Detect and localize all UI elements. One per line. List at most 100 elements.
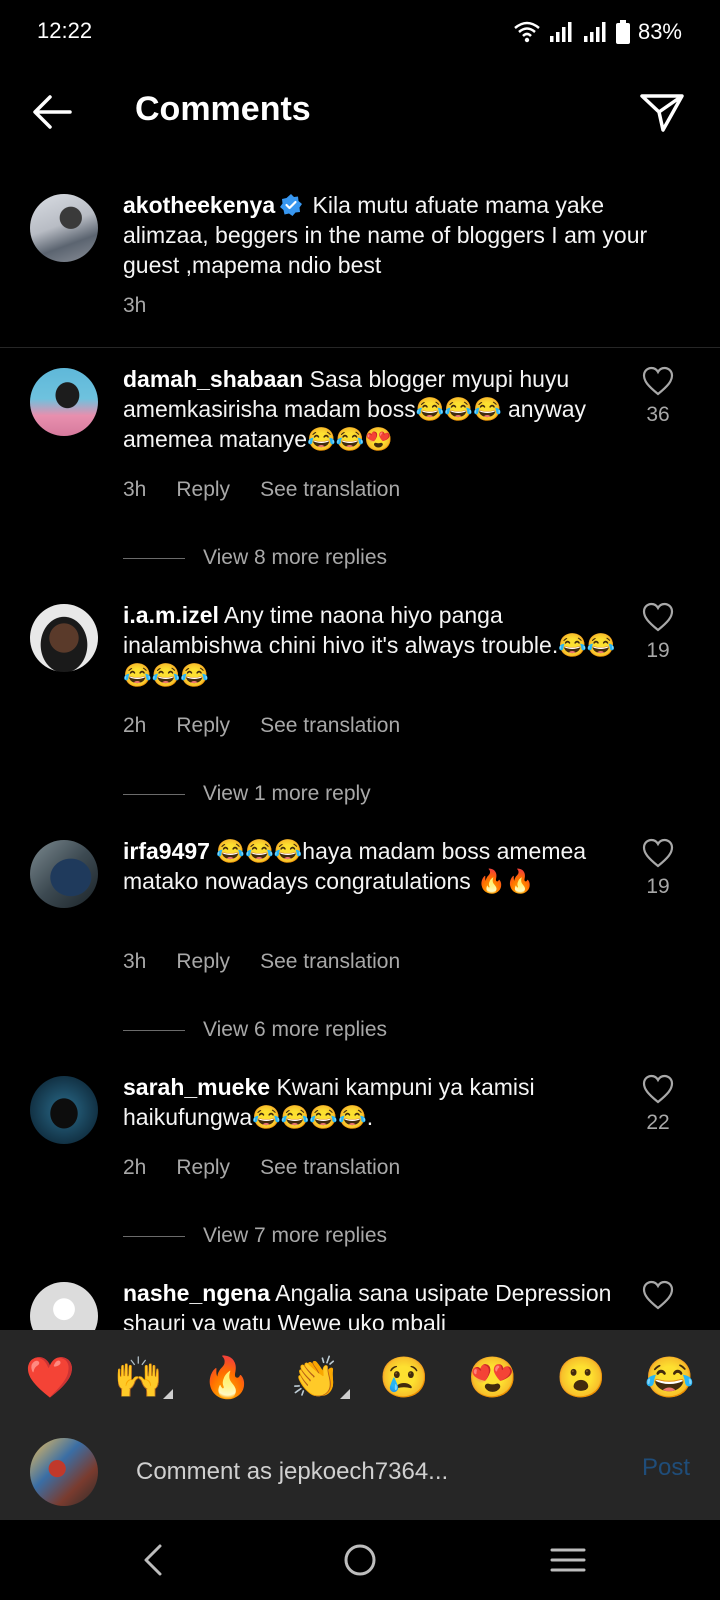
like-count: 36: [646, 403, 670, 426]
verified-badge-icon: [280, 194, 303, 216]
send-icon: [640, 94, 684, 132]
caption-username[interactable]: akotheekenya: [123, 192, 275, 218]
emoji-quick-bar: ❤️ 🙌 🔥 👏 😢 😍 😮 😂: [0, 1330, 720, 1424]
arrow-left-icon: [33, 95, 72, 129]
comment-username[interactable]: nashe_ngena: [123, 1280, 270, 1306]
skin-tone-indicator-icon: [339, 1388, 350, 1399]
reply-button[interactable]: Reply: [176, 1156, 230, 1180]
signal-icon: [549, 22, 572, 42]
see-translation-button[interactable]: See translation: [260, 478, 400, 502]
divider-line: [123, 557, 185, 559]
divider-line: [123, 793, 185, 795]
emoji-heart-button[interactable]: ❤️: [20, 1354, 80, 1401]
emoji-glyph: 👏: [290, 1355, 341, 1400]
system-nav-bar: [0, 1520, 720, 1600]
comment-text: irfa9497 😂😂😂haya madam boss amemea matak…: [123, 836, 623, 896]
view-replies-button[interactable]: View 1 more reply: [123, 782, 371, 806]
menu-icon: [550, 1548, 586, 1572]
caption-text: akotheekenya Kila mutu afuate mama yake …: [123, 190, 663, 280]
nav-home-button[interactable]: [340, 1540, 380, 1580]
post-caption: akotheekenya Kila mutu afuate mama yake …: [0, 176, 720, 348]
like-control: 19: [638, 602, 678, 663]
battery-percent: 83%: [637, 19, 682, 44]
comment-text: i.a.m.izel Any time naona hiyo panga ina…: [123, 600, 623, 690]
heart-icon[interactable]: [642, 1074, 674, 1104]
comment-input[interactable]: [136, 1452, 596, 1492]
page-title: Comments: [135, 90, 311, 128]
comment-meta: 3h Reply See translation: [123, 478, 400, 502]
comment-username[interactable]: irfa9497: [123, 838, 210, 864]
comment-text: sarah_mueke Kwani kampuni ya kamisi haik…: [123, 1072, 623, 1132]
avatar[interactable]: [30, 194, 98, 262]
like-control: [638, 1280, 678, 1315]
header: Comments: [0, 64, 720, 160]
emoji-clap-button[interactable]: 👏: [286, 1354, 350, 1401]
comment-text: nashe_ngena Angalia sana usipate Depress…: [123, 1278, 623, 1330]
see-translation-button[interactable]: See translation: [260, 950, 400, 974]
like-count: 22: [646, 1111, 670, 1134]
heart-icon[interactable]: [642, 602, 674, 632]
nav-menu-button[interactable]: [548, 1540, 588, 1580]
divider-line: [123, 1029, 185, 1031]
heart-icon[interactable]: [642, 366, 674, 396]
comment-time: 2h: [123, 1156, 147, 1179]
comment-item: damah_shabaan Sasa blogger myupi huyu am…: [0, 352, 720, 588]
comment-username[interactable]: sarah_mueke: [123, 1074, 270, 1100]
see-translation-button[interactable]: See translation: [260, 1156, 400, 1180]
comment-composer: Post: [0, 1424, 720, 1520]
reply-button[interactable]: Reply: [176, 714, 230, 738]
emoji-raised-hands-button[interactable]: 🙌: [109, 1354, 173, 1401]
view-replies-button[interactable]: View 7 more replies: [123, 1224, 387, 1248]
status-icons: 83%: [514, 18, 682, 46]
like-control: 19: [638, 838, 678, 899]
comment-username[interactable]: i.a.m.izel: [123, 602, 219, 628]
emoji-crying-button[interactable]: 😢: [374, 1354, 434, 1401]
reply-button[interactable]: Reply: [176, 478, 230, 502]
reply-button[interactable]: Reply: [176, 950, 230, 974]
comment-item: nashe_ngena Angalia sana usipate Depress…: [0, 1266, 720, 1330]
like-control: 36: [638, 366, 678, 427]
view-replies-button[interactable]: View 8 more replies: [123, 546, 387, 570]
view-replies-label: View 7 more replies: [203, 1224, 388, 1247]
share-button[interactable]: [638, 88, 686, 136]
like-count: 19: [646, 639, 670, 662]
heart-icon[interactable]: [642, 838, 674, 868]
comment-meta: 2h Reply See translation: [123, 1156, 400, 1180]
back-button[interactable]: [28, 88, 76, 136]
current-user-avatar: [30, 1438, 98, 1506]
home-circle-icon: [344, 1544, 376, 1576]
view-replies-label: View 8 more replies: [203, 546, 388, 569]
comment-time: 3h: [123, 950, 147, 973]
caption-meta: 3h: [123, 294, 146, 318]
status-bar: 12:22 83%: [0, 0, 720, 64]
view-replies-button[interactable]: View 6 more replies: [123, 1018, 387, 1042]
avatar[interactable]: [30, 368, 98, 436]
battery-icon: [615, 20, 630, 44]
view-replies-label: View 6 more replies: [203, 1018, 388, 1041]
avatar[interactable]: [30, 1076, 98, 1144]
comment-item: sarah_mueke Kwani kampuni ya kamisi haik…: [0, 1060, 720, 1266]
comment-username[interactable]: damah_shabaan: [123, 366, 303, 392]
emoji-laughing-button[interactable]: 😂: [640, 1354, 700, 1401]
like-control: 22: [638, 1074, 678, 1135]
skin-tone-indicator-icon: [162, 1388, 173, 1399]
status-time: 12:22: [37, 18, 93, 43]
avatar[interactable]: [30, 604, 98, 672]
emoji-glyph: 🙌: [113, 1355, 164, 1400]
divider-line: [123, 1235, 185, 1237]
emoji-fire-button[interactable]: 🔥: [197, 1354, 257, 1401]
comment-time: 3h: [123, 478, 147, 501]
chevron-left-icon: [144, 1544, 162, 1576]
see-translation-button[interactable]: See translation: [260, 714, 400, 738]
avatar[interactable]: [30, 840, 98, 908]
wifi-icon: [514, 21, 540, 43]
emoji-wow-button[interactable]: 😮: [551, 1354, 611, 1401]
heart-icon[interactable]: [642, 1280, 674, 1310]
signal-icon-2: [583, 22, 606, 42]
comment-item: irfa9497 😂😂😂haya madam boss amemea matak…: [0, 824, 720, 1060]
avatar[interactable]: [30, 1282, 98, 1330]
comment-time: 2h: [123, 714, 147, 737]
nav-back-button[interactable]: [134, 1540, 174, 1580]
emoji-heart-eyes-button[interactable]: 😍: [463, 1354, 523, 1401]
post-button[interactable]: Post: [642, 1454, 690, 1482]
